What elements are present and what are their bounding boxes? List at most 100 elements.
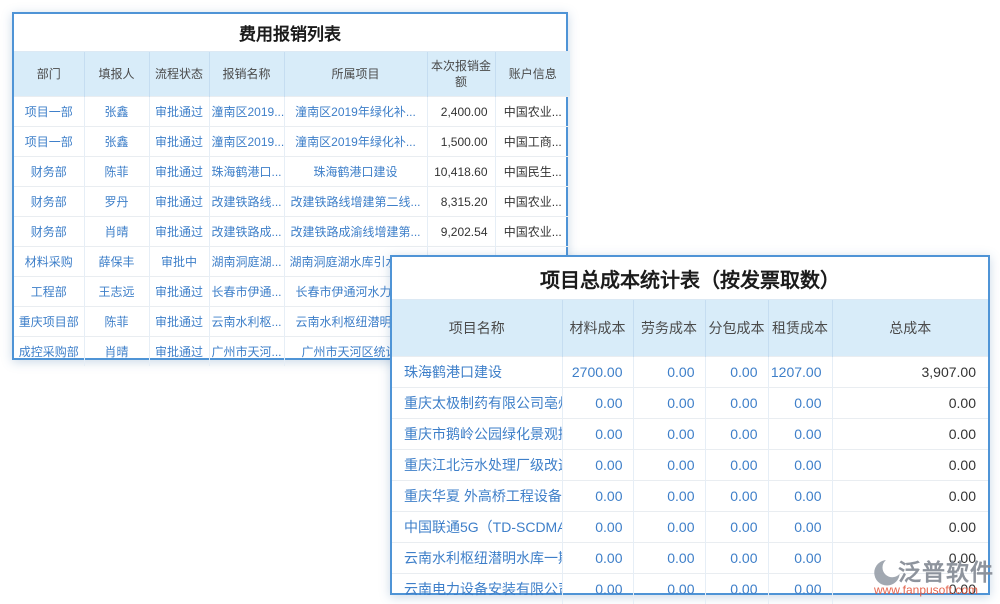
reimbursement-name-link[interactable]: 潼南区2019... [209,127,284,157]
project-name-link[interactable]: 中国联通5G（TD-SCDMA）网络 [392,512,562,543]
project-name-link[interactable]: 重庆华夏 外高桥工程设备 [392,481,562,512]
subcontract-cost-cell: 0.00 [705,388,768,419]
filler-cell: 薛保丰 [84,247,149,277]
filler-cell: 张鑫 [84,127,149,157]
total-cost-cell: 0.00 [832,574,988,604]
table-row[interactable]: 云南电力设备安装有限公司20190.000.000.000.000.00 [392,574,988,604]
table-row[interactable]: 项目一部张鑫审批通过潼南区2019...潼南区2019年绿化补...2,400.… [14,97,570,127]
subcontract-cost-cell: 0.00 [705,574,768,604]
reimbursement-name-link[interactable]: 潼南区2019... [209,97,284,127]
reimbursement-name-link[interactable]: 改建铁路线... [209,187,284,217]
reimbursement-name-link[interactable]: 改建铁路成... [209,217,284,247]
subcontract-cost-cell: 0.00 [705,419,768,450]
rental-cost-cell: 0.00 [768,574,832,604]
material-cost-cell: 0.00 [562,543,633,574]
filler-cell: 陈菲 [84,307,149,337]
subcontract-cost-cell: 0.00 [705,543,768,574]
reimbursement-name-link[interactable]: 湖南洞庭湖... [209,247,284,277]
filler-cell: 王志远 [84,277,149,307]
table-row[interactable]: 云南水利枢纽潜明水库一期工程0.000.000.000.000.00 [392,543,988,574]
labor-cost-cell: 0.00 [633,450,705,481]
department-cell: 财务部 [14,157,84,187]
account-info-cell: 中国农业... [495,187,570,217]
table-row[interactable]: 项目一部张鑫审批通过潼南区2019...潼南区2019年绿化补...1,500.… [14,127,570,157]
table-row[interactable]: 重庆华夏 外高桥工程设备0.000.000.000.000.00 [392,481,988,512]
project-link[interactable]: 潼南区2019年绿化补... [284,97,427,127]
table-row[interactable]: 财务部陈菲审批通过珠海鹤港口...珠海鹤港口建设10,418.60中国民生... [14,157,570,187]
column-header: 租赁成本 [768,300,832,357]
rental-cost-cell: 1207.00 [768,357,832,388]
table-row[interactable]: 重庆江北污水处理厂级改造工程0.000.000.000.000.00 [392,450,988,481]
labor-cost-cell: 0.00 [633,419,705,450]
total-cost-cell: 0.00 [832,388,988,419]
material-cost-cell: 0.00 [562,512,633,543]
material-cost-cell: 0.00 [562,419,633,450]
reimbursement-name-link[interactable]: 广州市天河... [209,337,284,367]
project-name-link[interactable]: 重庆太极制药有限公司亳州中药 [392,388,562,419]
column-header: 账户信息 [495,52,570,97]
total-cost-cell: 0.00 [832,543,988,574]
filler-cell: 张鑫 [84,97,149,127]
cost-statistics-window: 项目总成本统计表（按发票取数） 项目名称材料成本劳务成本分包成本租赁成本总成本 … [390,255,990,595]
column-header: 项目名称 [392,300,562,357]
process-status-cell: 审批通过 [149,127,209,157]
table-row[interactable]: 重庆太极制药有限公司亳州中药0.000.000.000.000.00 [392,388,988,419]
column-header: 分包成本 [705,300,768,357]
project-link[interactable]: 潼南区2019年绿化补... [284,127,427,157]
total-cost-cell: 0.00 [832,450,988,481]
project-link[interactable]: 改建铁路成渝线增建第... [284,217,427,247]
rental-cost-cell: 0.00 [768,481,832,512]
filler-cell: 陈菲 [84,157,149,187]
table-row[interactable]: 财务部罗丹审批通过改建铁路线...改建铁路线增建第二线...8,315.20中国… [14,187,570,217]
rental-cost-cell: 0.00 [768,419,832,450]
reimbursement-name-link[interactable]: 云南水利枢... [209,307,284,337]
table-row[interactable]: 重庆市鹅岭公园绿化景观提升工程0.000.000.000.000.00 [392,419,988,450]
process-status-cell: 审批通过 [149,157,209,187]
column-header: 报销名称 [209,52,284,97]
table-row[interactable]: 珠海鹤港口建设2700.000.000.001207.003,907.00 [392,357,988,388]
department-cell: 材料采购 [14,247,84,277]
process-status-cell: 审批通过 [149,337,209,367]
column-header: 本次报销金额 [427,52,495,97]
department-cell: 工程部 [14,277,84,307]
labor-cost-cell: 0.00 [633,388,705,419]
column-header: 所属项目 [284,52,427,97]
subcontract-cost-cell: 0.00 [705,450,768,481]
department-cell: 重庆项目部 [14,307,84,337]
reimbursement-name-link[interactable]: 珠海鹤港口... [209,157,284,187]
filler-cell: 肖晴 [84,337,149,367]
material-cost-cell: 0.00 [562,574,633,604]
project-link[interactable]: 改建铁路线增建第二线... [284,187,427,217]
account-info-cell: 中国民生... [495,157,570,187]
project-name-link[interactable]: 重庆江北污水处理厂级改造工程 [392,450,562,481]
expense-window-title: 费用报销列表 [14,14,566,51]
column-header: 劳务成本 [633,300,705,357]
amount-cell: 9,202.54 [427,217,495,247]
amount-cell: 2,400.00 [427,97,495,127]
material-cost-cell: 0.00 [562,450,633,481]
project-name-link[interactable]: 云南水利枢纽潜明水库一期工程 [392,543,562,574]
total-cost-cell: 0.00 [832,419,988,450]
amount-cell: 1,500.00 [427,127,495,157]
rental-cost-cell: 0.00 [768,543,832,574]
table-row[interactable]: 中国联通5G（TD-SCDMA）网络0.000.000.000.000.00 [392,512,988,543]
process-status-cell: 审批通过 [149,187,209,217]
cost-table-header-row: 项目名称材料成本劳务成本分包成本租赁成本总成本 [392,300,988,357]
total-cost-cell: 0.00 [832,512,988,543]
rental-cost-cell: 0.00 [768,450,832,481]
column-header: 总成本 [832,300,988,357]
project-link[interactable]: 珠海鹤港口建设 [284,157,427,187]
material-cost-cell: 2700.00 [562,357,633,388]
filler-cell: 罗丹 [84,187,149,217]
department-cell: 成控采购部 [14,337,84,367]
process-status-cell: 审批通过 [149,97,209,127]
expense-table-header-row: 部门填报人流程状态报销名称所属项目本次报销金额账户信息 [14,52,570,97]
project-name-link[interactable]: 云南电力设备安装有限公司2019 [392,574,562,604]
subcontract-cost-cell: 0.00 [705,357,768,388]
project-name-link[interactable]: 珠海鹤港口建设 [392,357,562,388]
labor-cost-cell: 0.00 [633,574,705,604]
table-row[interactable]: 财务部肖晴审批通过改建铁路成...改建铁路成渝线增建第...9,202.54中国… [14,217,570,247]
reimbursement-name-link[interactable]: 长春市伊通... [209,277,284,307]
project-name-link[interactable]: 重庆市鹅岭公园绿化景观提升工程 [392,419,562,450]
account-info-cell: 中国农业... [495,97,570,127]
